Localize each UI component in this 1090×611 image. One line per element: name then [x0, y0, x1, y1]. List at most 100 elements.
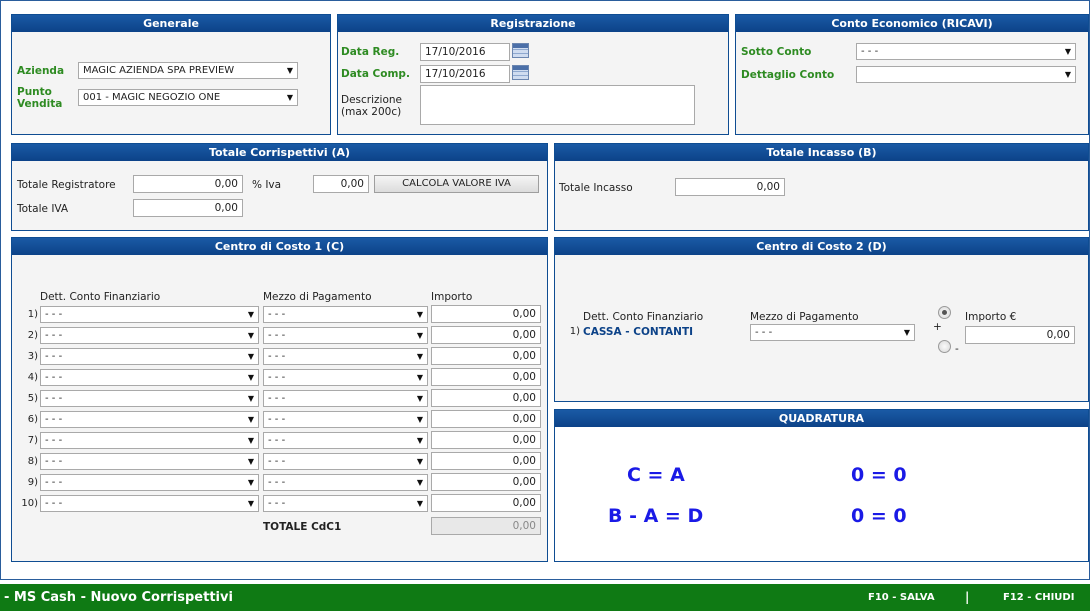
- chevron-down-icon: ▼: [247, 373, 254, 382]
- panel-conto-economico-title: Conto Economico (RICAVI): [736, 15, 1088, 32]
- sotto-conto-label: Sotto Conto: [741, 46, 812, 58]
- descrizione-textarea[interactable]: [420, 85, 695, 125]
- chevron-down-icon: ▼: [247, 499, 254, 508]
- cdc1-mezzo-select[interactable]: - - - ▼: [263, 474, 428, 491]
- panel-totale-corrispettivi-title: Totale Corrispettivi (A): [12, 144, 547, 161]
- main-frame: Generale Azienda MAGIC AZIENDA SPA PREVI…: [0, 0, 1090, 580]
- cdc1-mezzo-select[interactable]: - - - ▼: [263, 369, 428, 386]
- cdc1-mezzo-select[interactable]: - - - ▼: [263, 432, 428, 449]
- data-reg-input[interactable]: 17/10/2016: [420, 43, 510, 61]
- panel-cdc2: Centro di Costo 2 (D) Dett. Conto Finanz…: [554, 237, 1089, 402]
- panel-totale-corrispettivi: Totale Corrispettivi (A) Totale Registra…: [11, 143, 548, 231]
- cdc1-row-number: 1): [27, 309, 38, 320]
- cdc1-col-conto: Dett. Conto Finanziario: [40, 291, 161, 303]
- cdc1-mezzo-select[interactable]: - - - ▼: [263, 411, 428, 428]
- chevron-down-icon: ▼: [247, 331, 254, 340]
- cdc1-conto-select[interactable]: - - - ▼: [40, 432, 259, 449]
- cdc2-importo-input[interactable]: 0,00: [965, 326, 1075, 344]
- cdc1-conto-select[interactable]: - - - ▼: [40, 453, 259, 470]
- cdc1-row-number: 8): [27, 456, 38, 467]
- data-comp-input[interactable]: 17/10/2016: [420, 65, 510, 83]
- cdc1-conto-value: - - -: [45, 330, 63, 341]
- f10-save-button[interactable]: F10 - SALVA: [868, 592, 935, 603]
- cdc1-importo-input[interactable]: 0,00: [431, 389, 541, 407]
- chevron-down-icon: ▼: [416, 415, 423, 424]
- cdc2-col-conto: Dett. Conto Finanziario: [583, 311, 704, 323]
- cdc1-mezzo-select[interactable]: - - - ▼: [263, 348, 428, 365]
- cdc2-row-number: 1): [569, 326, 580, 337]
- azienda-select[interactable]: MAGIC AZIENDA SPA PREVIEW ▼: [78, 62, 298, 79]
- cdc1-mezzo-select[interactable]: - - - ▼: [263, 495, 428, 512]
- cdc1-importo-input[interactable]: 0,00: [431, 305, 541, 323]
- plus-sign: +: [933, 321, 942, 333]
- app-title: - MS Cash - Nuovo Corrispettivi: [4, 590, 233, 605]
- totale-iva-label: Totale IVA: [17, 203, 69, 215]
- panel-quadratura-title: QUADRATURA: [555, 410, 1088, 427]
- iva-pct-input[interactable]: 0,00: [313, 175, 369, 193]
- cdc2-mezzo-value: - - -: [755, 327, 773, 338]
- cdc1-conto-select[interactable]: - - - ▼: [40, 369, 259, 386]
- cdc1-conto-select[interactable]: - - - ▼: [40, 411, 259, 428]
- panel-cdc2-title: Centro di Costo 2 (D): [555, 238, 1088, 255]
- cdc1-conto-value: - - -: [45, 393, 63, 404]
- cdc1-conto-select[interactable]: - - - ▼: [40, 390, 259, 407]
- calendar-icon[interactable]: [512, 65, 529, 80]
- totale-incasso-input[interactable]: 0,00: [675, 178, 785, 196]
- cdc1-importo-input[interactable]: 0,00: [431, 410, 541, 428]
- cdc1-importo-input[interactable]: 0,00: [431, 347, 541, 365]
- cdc1-conto-select[interactable]: - - - ▼: [40, 474, 259, 491]
- chevron-down-icon: ▼: [1064, 47, 1071, 56]
- cdc1-conto-select[interactable]: - - - ▼: [40, 495, 259, 512]
- chevron-down-icon: ▼: [416, 310, 423, 319]
- cdc1-importo-input[interactable]: 0,00: [431, 431, 541, 449]
- cdc1-mezzo-select[interactable]: - - - ▼: [263, 453, 428, 470]
- chevron-down-icon: ▼: [416, 352, 423, 361]
- cdc1-importo-input[interactable]: 0,00: [431, 326, 541, 344]
- cdc2-conto-value: CASSA - CONTANTI: [583, 326, 694, 338]
- cdc1-mezzo-select[interactable]: - - - ▼: [263, 306, 428, 323]
- cdc1-conto-select[interactable]: - - - ▼: [40, 348, 259, 365]
- cdc1-conto-value: - - -: [45, 309, 63, 320]
- cdc1-conto-value: - - -: [45, 414, 63, 425]
- totale-cdc1-value: 0,00: [431, 517, 541, 535]
- minus-sign: -: [955, 343, 959, 355]
- cdc1-importo-input[interactable]: 0,00: [431, 452, 541, 470]
- totale-iva-input[interactable]: 0,00: [133, 199, 243, 217]
- panel-generale: Generale Azienda MAGIC AZIENDA SPA PREVI…: [11, 14, 331, 135]
- cdc1-conto-value: - - -: [45, 498, 63, 509]
- cdc1-row-number: 7): [27, 435, 38, 446]
- cdc1-conto-value: - - -: [45, 372, 63, 383]
- cdc1-importo-input[interactable]: 0,00: [431, 494, 541, 512]
- chevron-down-icon: ▼: [416, 394, 423, 403]
- chevron-down-icon: ▼: [416, 478, 423, 487]
- calcola-iva-button[interactable]: CALCOLA VALORE IVA: [374, 175, 539, 193]
- minus-radio[interactable]: [938, 340, 951, 353]
- chevron-down-icon: ▼: [247, 436, 254, 445]
- cdc1-conto-select[interactable]: - - - ▼: [40, 306, 259, 323]
- data-comp-label: Data Comp.: [341, 68, 410, 80]
- chevron-down-icon: ▼: [247, 457, 254, 466]
- plus-radio[interactable]: [938, 306, 951, 319]
- cdc1-importo-input[interactable]: 0,00: [431, 368, 541, 386]
- cdc1-row-number: 4): [27, 372, 38, 383]
- cdc1-mezzo-value: - - -: [268, 456, 286, 467]
- sotto-conto-select[interactable]: - - - ▼: [856, 43, 1076, 60]
- cdc1-importo-input[interactable]: 0,00: [431, 473, 541, 491]
- panel-quadratura: QUADRATURA C = A 0 = 0 B - A = D 0 = 0: [554, 409, 1089, 562]
- f12-close-button[interactable]: F12 - CHIUDI: [1003, 592, 1074, 603]
- chevron-down-icon: ▼: [247, 310, 254, 319]
- punto-vendita-select[interactable]: 001 - MAGIC NEGOZIO ONE ▼: [78, 89, 298, 106]
- chevron-down-icon: ▼: [416, 436, 423, 445]
- punto-label-line2: Vendita: [17, 98, 63, 110]
- cdc1-mezzo-select[interactable]: - - - ▼: [263, 390, 428, 407]
- cdc1-row-number: 3): [27, 351, 38, 362]
- totale-registratore-input[interactable]: 0,00: [133, 175, 243, 193]
- cdc1-conto-select[interactable]: - - - ▼: [40, 327, 259, 344]
- cdc1-col-mezzo: Mezzo di Pagamento: [263, 291, 372, 303]
- cdc2-mezzo-select[interactable]: - - - ▼: [750, 324, 915, 341]
- cdc1-conto-value: - - -: [45, 477, 63, 488]
- dettaglio-conto-select[interactable]: ▼: [856, 66, 1076, 83]
- calendar-icon[interactable]: [512, 43, 529, 58]
- chevron-down-icon: ▼: [416, 457, 423, 466]
- cdc1-mezzo-select[interactable]: - - - ▼: [263, 327, 428, 344]
